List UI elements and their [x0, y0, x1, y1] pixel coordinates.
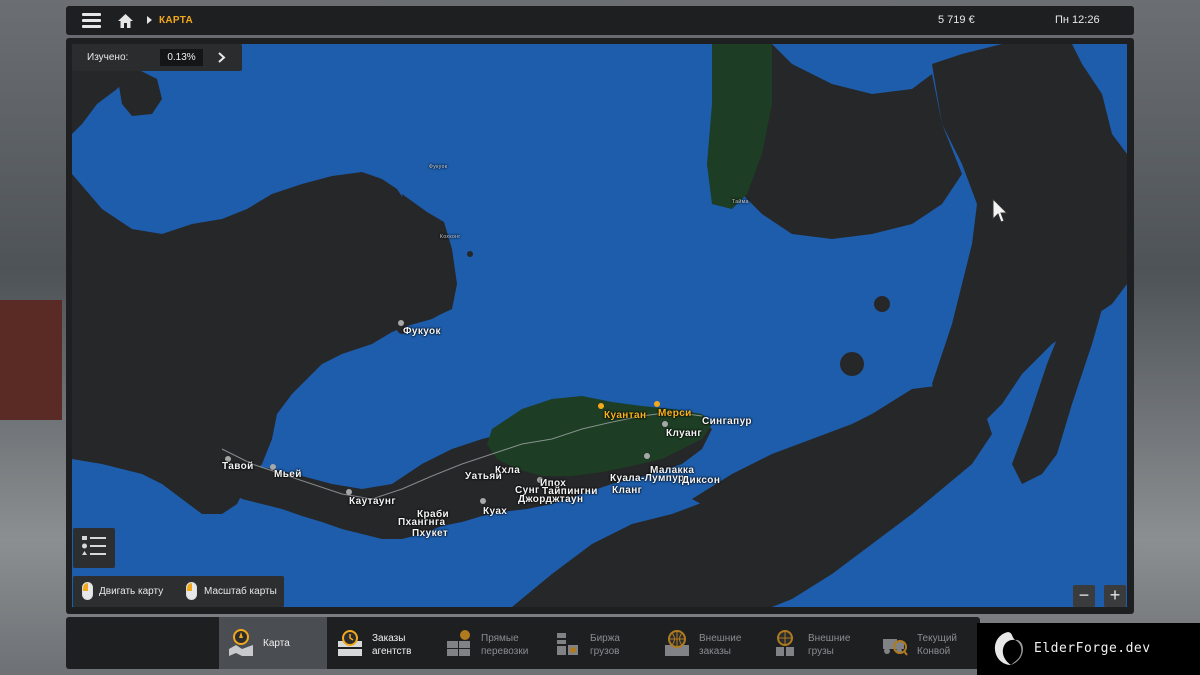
watermark-text: ElderForge.dev	[1034, 641, 1151, 656]
money-balance: 5 719 €	[938, 14, 975, 26]
watermark: ElderForge.dev	[977, 623, 1200, 675]
city-label[interactable]: Клуанг	[666, 428, 702, 439]
tab-label: Карта	[263, 638, 290, 649]
agency-clock-icon	[338, 630, 362, 656]
tab-label: Внешние заказы	[699, 633, 742, 657]
mouse-left-icon	[82, 582, 93, 600]
city-marker[interactable]	[346, 489, 352, 495]
world-map[interactable]: Фукуок Кохконг Тайма Фукуок Тавой Мьей К…	[72, 44, 1127, 607]
tab-agency-orders[interactable]: Заказы агентств	[328, 617, 436, 669]
tab-label: Заказы агентств	[372, 633, 412, 657]
explored-panel: Изучено: 0.13%	[72, 44, 242, 71]
cargo-exchange-icon	[557, 633, 578, 655]
map-label-small: Фукуок	[429, 164, 448, 170]
zoom-map-hint: Масштаб карты	[204, 586, 277, 597]
tab-external-cargo[interactable]: Внешние грузы	[764, 617, 872, 669]
compass-map-icon	[229, 629, 253, 656]
city-marker[interactable]	[598, 403, 604, 409]
city-marker[interactable]	[480, 498, 486, 504]
game-clock: Пн 12:26	[1055, 14, 1100, 26]
city-marker[interactable]	[662, 421, 668, 427]
convoy-icon	[883, 639, 908, 656]
city-label[interactable]: Фукуок	[403, 326, 441, 337]
move-map-hint: Двигать карту	[99, 586, 164, 597]
mouse-scroll-icon	[186, 582, 197, 600]
city-label[interactable]: Мьей	[274, 469, 302, 480]
breadcrumb-separator-icon	[147, 16, 152, 24]
tab-label: Биржа грузов	[590, 633, 620, 657]
city-label[interactable]: Пхукет	[412, 528, 448, 539]
hamburger-menu-icon[interactable]	[82, 13, 101, 28]
garage-wall-left	[0, 300, 62, 420]
explored-label: Изучено:	[87, 52, 129, 63]
home-icon[interactable]	[117, 13, 134, 29]
zoom-out-button[interactable]: −	[1073, 585, 1095, 607]
globe-cargo-icon	[776, 630, 794, 656]
city-label[interactable]: Уатьяи	[465, 471, 502, 482]
map-controls-hint: Двигать карту Масштаб карты	[73, 576, 284, 607]
city-label[interactable]: Сингапур	[702, 416, 752, 427]
map-label-small: Тайма	[732, 199, 749, 205]
mouse-cursor-icon	[992, 198, 1008, 223]
explored-value: 0.13%	[160, 49, 203, 66]
breadcrumb-current: КАРТА	[159, 15, 194, 26]
top-bar: КАРТА 5 719 € Пн 12:26	[66, 6, 1134, 35]
city-label[interactable]: Диксон	[682, 475, 720, 486]
chevron-right-icon[interactable]	[218, 52, 226, 63]
tab-direct-cargo[interactable]: Прямые перевозки	[437, 617, 545, 669]
zoom-in-button[interactable]: +	[1104, 585, 1126, 607]
dragon-logo-icon	[994, 632, 1023, 665]
city-label[interactable]: Мерси	[658, 408, 692, 419]
tab-map[interactable]: Карта	[219, 617, 327, 669]
city-label[interactable]: Тавой	[222, 461, 254, 472]
tab-label: Внешние грузы	[808, 633, 851, 657]
tab-current-convoy[interactable]: Текущий Конвой	[873, 617, 981, 669]
direct-cargo-icon	[447, 630, 470, 656]
city-marker[interactable]	[654, 401, 660, 407]
city-label[interactable]: Куала-Лумпур	[610, 473, 685, 484]
city-label[interactable]: Пхангнга	[398, 517, 445, 528]
city-label[interactable]: Кланг	[612, 485, 642, 496]
city-label[interactable]: Тайпингни	[542, 486, 598, 497]
city-label[interactable]: Каутаунг	[349, 496, 396, 507]
map-landmass	[72, 44, 1127, 607]
tab-label: Прямые перевозки	[481, 633, 529, 657]
tab-external-orders[interactable]: Внешние заказы	[655, 617, 763, 669]
city-label[interactable]: Куах	[483, 506, 507, 517]
tab-label: Текущий Конвой	[917, 633, 957, 657]
map-legend-button[interactable]	[73, 528, 115, 568]
map-label-small: Кохконг	[440, 234, 461, 240]
tab-cargo-exchange[interactable]: Биржа грузов	[546, 617, 654, 669]
city-label[interactable]: Куантан	[604, 410, 646, 421]
legend-list-icon	[82, 536, 106, 555]
city-marker[interactable]	[644, 453, 650, 459]
globe-orders-icon	[665, 630, 689, 656]
